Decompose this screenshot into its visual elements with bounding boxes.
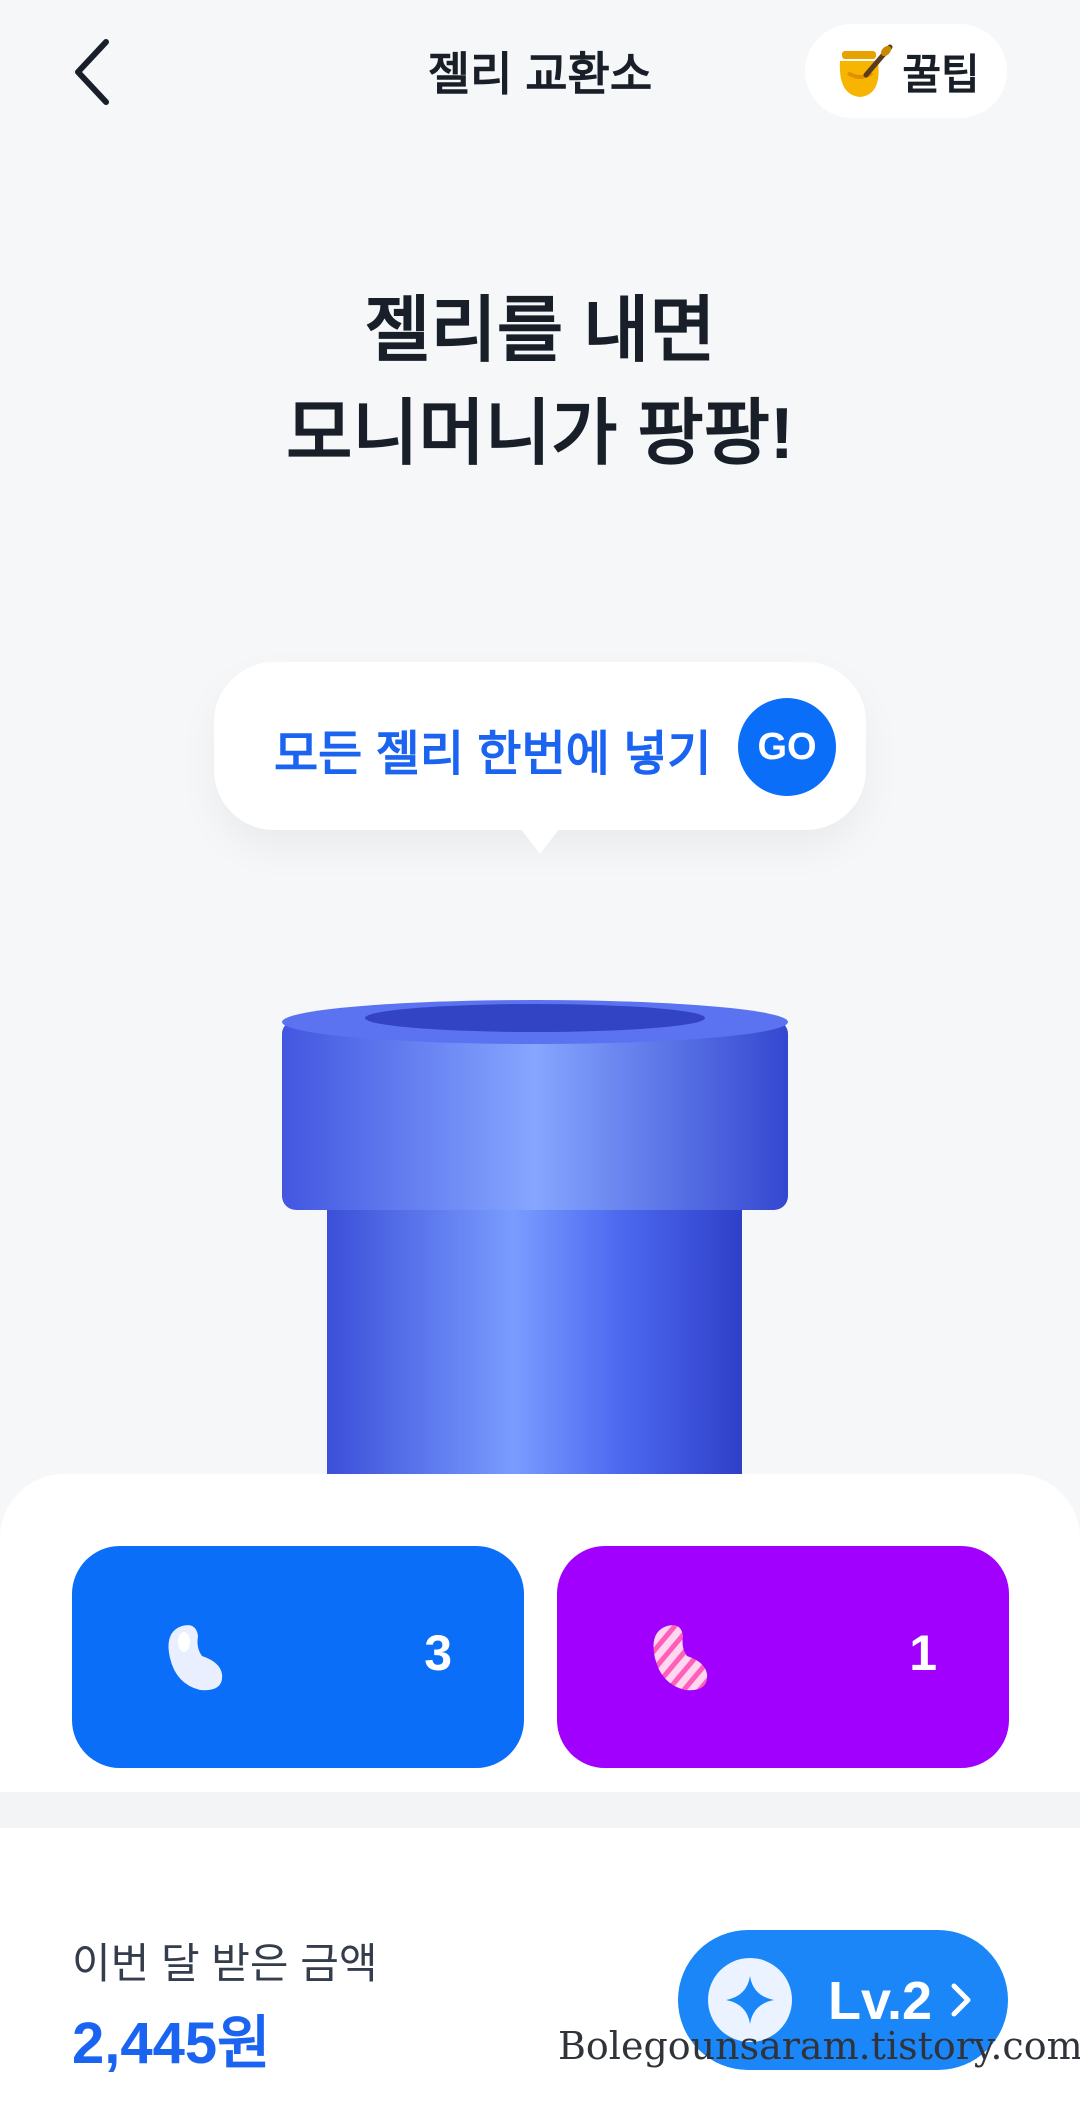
tip-button[interactable]: 꿀팁 (805, 24, 1007, 118)
watermark-text: Bolegounsaram.tistory.com (558, 2024, 1080, 2068)
earnings-section: 이번 달 받은 금액 2,445원 Lv.2 (0, 1828, 1080, 2121)
earned-label: 이번 달 받은 금액 (72, 1940, 378, 1987)
level-label: Lv.2 (828, 1971, 933, 2031)
honey-jar-icon (840, 44, 893, 97)
headline: 젤리를 내면 모니머니가 팡팡! (0, 280, 1080, 486)
basic-jelly-count: 3 (424, 1625, 452, 1681)
go-button[interactable]: GO (738, 698, 836, 796)
insert-all-jellies-bubble[interactable]: 모든 젤리 한번에 넣기 GO (214, 662, 866, 830)
bubble-tail (520, 828, 560, 854)
special-jelly-card[interactable]: 1 (557, 1546, 1009, 1768)
tip-label: 꿀팁 (902, 50, 980, 98)
special-jelly-count: 1 (909, 1625, 937, 1681)
chevron-right-icon (951, 1983, 971, 2017)
headline-line-1: 젤리를 내면 (364, 291, 716, 371)
top-bar: 젤리 교환소 꿀팁 (0, 0, 1080, 140)
striped-jelly-bean-icon (653, 1625, 708, 1691)
section-divider (0, 1792, 1080, 1828)
earned-value: 2,445원 (72, 2011, 271, 2076)
pipe-illustration (282, 1000, 788, 1480)
jelly-sheet: 3 1 (0, 1474, 1080, 1792)
jelly-bean-icon (168, 1625, 223, 1691)
basic-jelly-card[interactable]: 3 (72, 1546, 524, 1768)
headline-line-2: 모니머니가 팡팡! (286, 394, 794, 474)
insert-all-label: 모든 젤리 한번에 넣기 (274, 728, 712, 781)
